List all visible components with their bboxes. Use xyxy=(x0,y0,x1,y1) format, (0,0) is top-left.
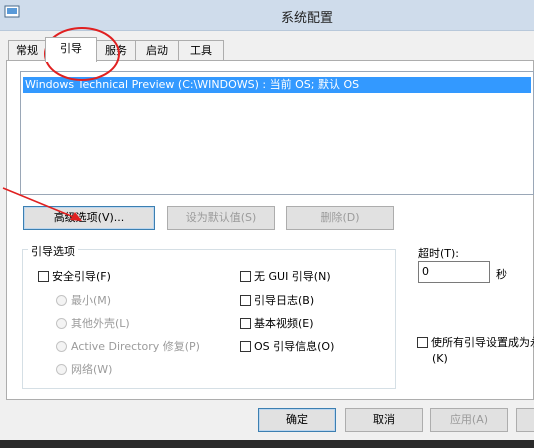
checkbox-box[interactable] xyxy=(417,337,428,348)
tab-general[interactable]: 常规 xyxy=(8,40,46,60)
window-title: 系统配置 xyxy=(280,11,333,26)
set-default-button[interactable]: 设为默认值(S) xyxy=(167,206,275,230)
checkbox-label: 基本视频(E) xyxy=(254,317,314,330)
apply-button[interactable]: 应用(A) xyxy=(430,408,508,432)
make-permanent-hotkey: (K) xyxy=(432,352,448,365)
safe-boot-checkbox[interactable]: 安全引导(F) xyxy=(38,270,111,283)
checkbox-box[interactable] xyxy=(240,271,251,282)
timeout-unit: 秒 xyxy=(496,268,507,281)
help-button[interactable] xyxy=(516,408,534,432)
radio-dot[interactable] xyxy=(56,341,67,352)
checkbox-box[interactable] xyxy=(240,318,251,329)
safe-mode-alternate-shell-radio[interactable]: 其他外壳(L) xyxy=(56,317,130,330)
safe-mode-network-radio[interactable]: 网络(W) xyxy=(56,363,112,376)
safe-boot-label: 安全引导(F) xyxy=(52,270,111,283)
radio-dot[interactable] xyxy=(56,318,67,329)
make-permanent-label: 使所有引导设置成为永 xyxy=(431,336,534,349)
checkbox-label: OS 引导信息(O) xyxy=(254,340,335,353)
timeout-label: 超时(T): xyxy=(418,247,460,260)
tab-tools[interactable]: 工具 xyxy=(178,40,224,60)
tab-startup[interactable]: 启动 xyxy=(135,40,179,60)
os-list-item[interactable]: Windows Technical Preview (C:\WINDOWS) :… xyxy=(23,77,531,93)
no-gui-boot-checkbox[interactable]: 无 GUI 引导(N) xyxy=(240,270,331,283)
delete-button[interactable]: 删除(D) xyxy=(286,206,394,230)
os-list[interactable]: Windows Technical Preview (C:\WINDOWS) :… xyxy=(20,71,534,195)
safe-mode-minimal-radio[interactable]: 最小(M) xyxy=(56,294,111,307)
checkbox-box[interactable] xyxy=(38,271,49,282)
boot-log-checkbox[interactable]: 引导日志(B) xyxy=(240,294,314,307)
radio-dot[interactable] xyxy=(56,295,67,306)
system-config-window: 系统配置 常规 引导 服务 启动 工具 Windows Technical Pr… xyxy=(0,0,534,448)
safe-mode-ad-repair-radio[interactable]: Active Directory 修复(P) xyxy=(56,340,200,353)
ok-button[interactable]: 确定 xyxy=(258,408,336,432)
radio-label: 最小(M) xyxy=(71,294,112,307)
cancel-button[interactable]: 取消 xyxy=(345,408,423,432)
base-video-checkbox[interactable]: 基本视频(E) xyxy=(240,317,314,330)
os-boot-info-checkbox[interactable]: OS 引导信息(O) xyxy=(240,340,334,353)
checkbox-label: 引导日志(B) xyxy=(254,294,315,307)
timeout-input[interactable]: 0 xyxy=(418,261,490,283)
checkbox-box[interactable] xyxy=(240,295,251,306)
boot-options-legend: 引导选项 xyxy=(28,243,78,259)
annotation-arrow-icon xyxy=(2,187,82,221)
bottom-edge xyxy=(0,440,534,448)
make-permanent-checkbox[interactable]: 使所有引导设置成为永 xyxy=(417,336,534,349)
checkbox-label: 无 GUI 引导(N) xyxy=(254,270,331,283)
checkbox-box[interactable] xyxy=(240,341,251,352)
radio-label: 其他外壳(L) xyxy=(71,317,130,330)
radio-label: Active Directory 修复(P) xyxy=(71,340,200,353)
tab-boot[interactable]: 引导 xyxy=(45,37,97,62)
radio-label: 网络(W) xyxy=(71,363,113,376)
radio-dot[interactable] xyxy=(56,364,67,375)
